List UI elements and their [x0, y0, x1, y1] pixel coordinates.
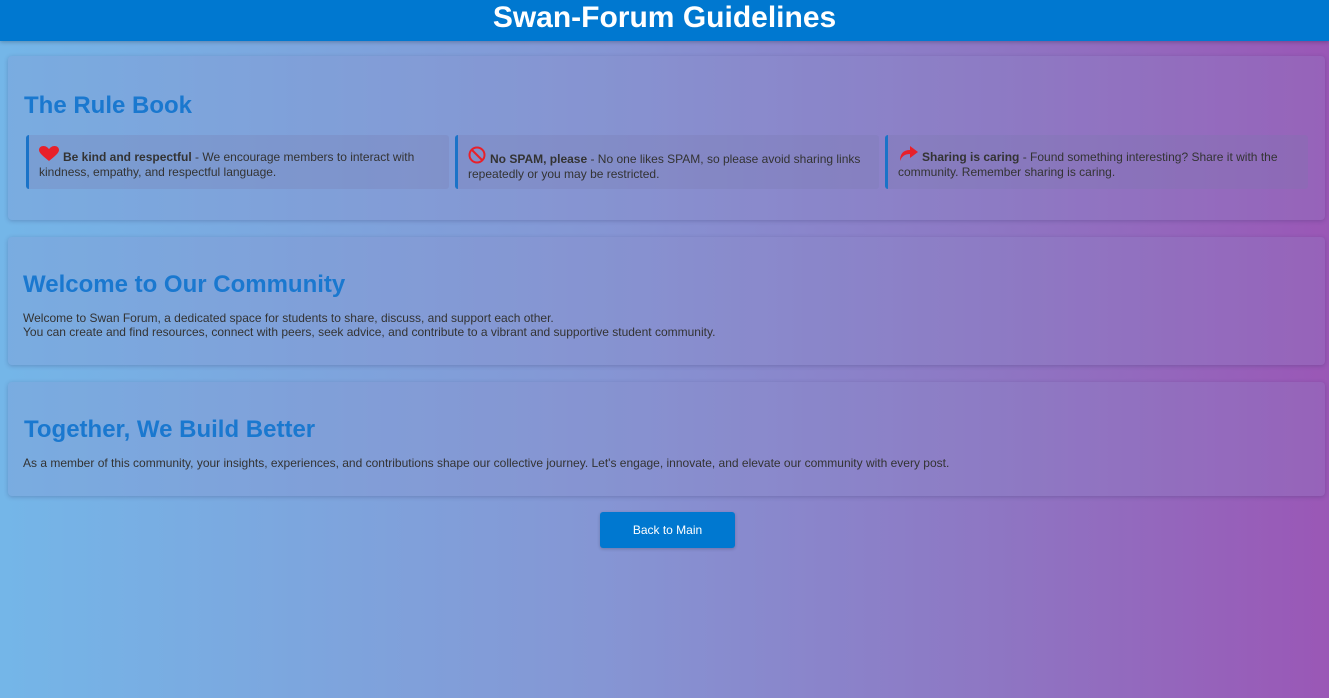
- rule-no-spam: No SPAM, please - No one likes SPAM, so …: [455, 135, 879, 189]
- page-header: Swan-Forum Guidelines: [0, 0, 1329, 41]
- together-title: Together, We Build Better: [24, 416, 316, 443]
- welcome-title: Welcome to Our Community: [23, 271, 346, 298]
- back-to-main-button[interactable]: Back to Main: [600, 512, 735, 548]
- no-entry-icon: [468, 146, 486, 167]
- rule-sharing: Sharing is caring - Found something inte…: [885, 135, 1308, 189]
- heart-icon: [39, 146, 59, 165]
- welcome-line-1: Welcome to Swan Forum, a dedicated space…: [23, 311, 554, 325]
- rule-title: Sharing is caring: [922, 150, 1020, 164]
- rulebook-title: The Rule Book: [24, 92, 193, 119]
- rule-title: Be kind and respectful: [63, 150, 192, 164]
- together-text: As a member of this community, your insi…: [23, 456, 950, 470]
- welcome-text: Welcome to Swan Forum, a dedicated space…: [23, 311, 715, 339]
- together-card: Together, We Build Better As a member of…: [8, 382, 1325, 496]
- welcome-card: Welcome to Our Community Welcome to Swan…: [8, 237, 1325, 365]
- welcome-line-2: You can create and find resources, conne…: [23, 325, 716, 339]
- rule-be-kind: Be kind and respectful - We encourage me…: [26, 135, 449, 189]
- page-title: Swan-Forum Guidelines: [492, 0, 837, 34]
- share-arrow-icon: [898, 146, 918, 165]
- rule-title: No SPAM, please: [490, 152, 588, 166]
- rulebook-card: The Rule Book Be kind and respectful - W…: [8, 56, 1325, 220]
